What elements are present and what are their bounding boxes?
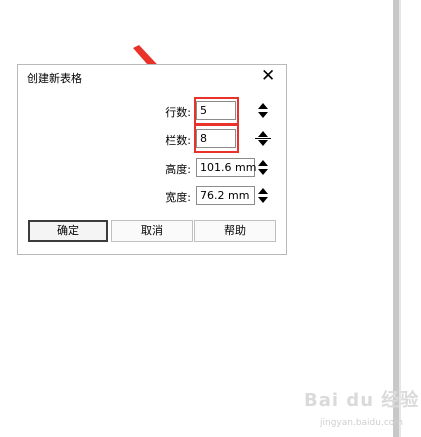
close-icon[interactable]: ✕ <box>261 66 275 86</box>
height-label: 高度: <box>165 163 191 176</box>
rows-spinner[interactable] <box>257 101 269 120</box>
cols-label-box: 栏数: <box>148 129 195 149</box>
rows-label: 行数: <box>165 106 191 119</box>
width-label: 宽度: <box>165 191 191 204</box>
width-value: 76.2 mm <box>200 189 250 202</box>
height-input[interactable]: 101.6 mm <box>196 158 257 177</box>
spin-up-icon[interactable] <box>258 103 268 109</box>
height-spinner[interactable] <box>257 158 269 177</box>
height-value: 101.6 mm <box>200 161 257 174</box>
watermark: Bai du 经验 <box>304 390 420 411</box>
help-button[interactable]: 帮助 <box>194 220 276 242</box>
create-table-dialog: 创建新表格 ✕ 行数: 5 栏数: 8 高度: 101.6 mm 宽度: 76.… <box>17 64 287 255</box>
width-spinner[interactable] <box>257 186 269 205</box>
rows-label-box: 行数: <box>148 101 195 121</box>
height-label-box: 高度: <box>148 158 195 178</box>
spin-up-icon[interactable] <box>258 131 268 137</box>
spin-up-icon[interactable] <box>258 160 268 166</box>
spin-down-icon[interactable] <box>258 197 268 203</box>
ok-button[interactable]: 确定 <box>28 220 108 242</box>
right-panel-edge-light <box>399 0 401 437</box>
spin-up-icon[interactable] <box>258 188 268 194</box>
spin-down-icon[interactable] <box>258 112 268 118</box>
cancel-button[interactable]: 取消 <box>111 220 193 242</box>
rows-highlight-box <box>194 97 239 125</box>
spin-down-icon[interactable] <box>258 169 268 175</box>
cols-label: 栏数: <box>165 134 191 147</box>
watermark-subtext: jingyan.baidu.com <box>320 418 404 428</box>
dialog-title: 创建新表格 <box>27 72 82 85</box>
spin-down-icon[interactable] <box>258 140 268 146</box>
spinner-divider <box>255 138 271 139</box>
width-input[interactable]: 76.2 mm <box>196 186 255 205</box>
cols-highlight-box <box>194 124 239 153</box>
width-label-box: 宽度: <box>148 186 195 206</box>
